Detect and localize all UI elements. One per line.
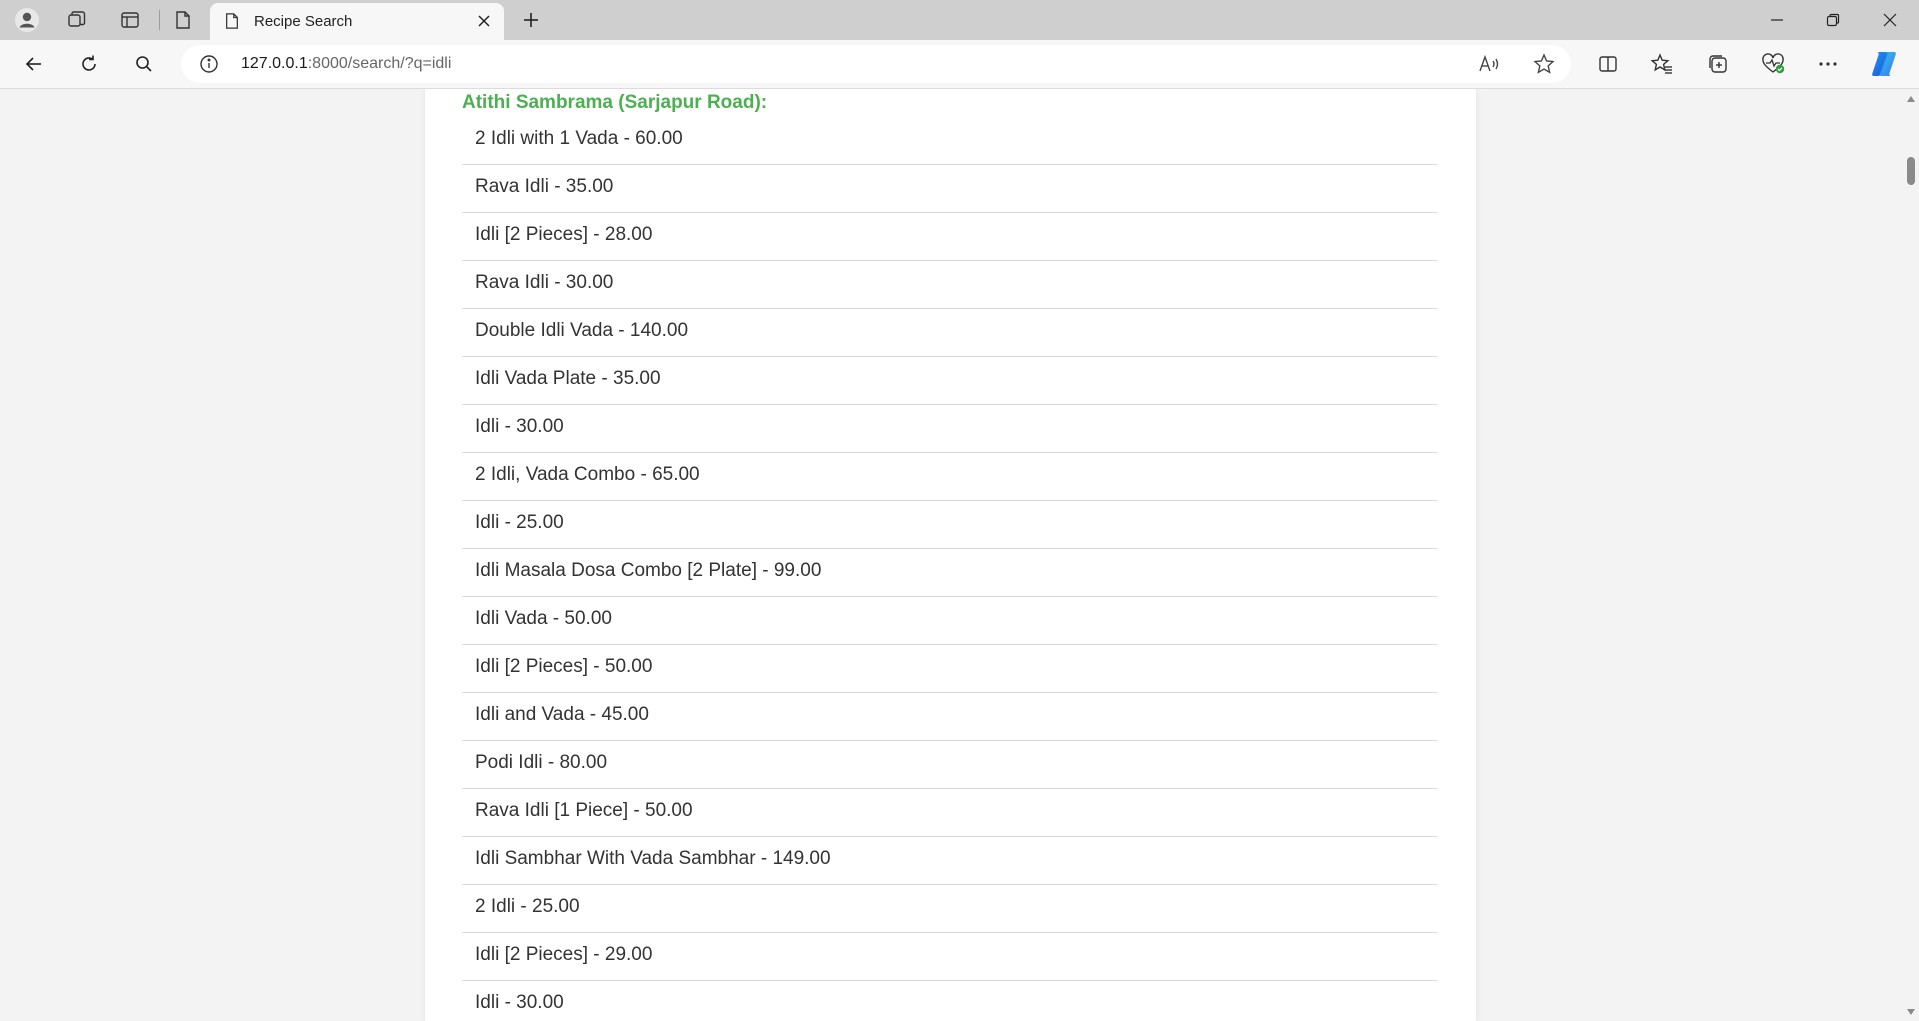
list-item: Rava Idli - 35.00	[462, 165, 1437, 213]
url-host: 127.0.0.1	[241, 55, 308, 72]
list-item: Idli and Vada - 45.00	[462, 693, 1437, 741]
restaurant-heading: Atithi Sambrama (Sarjapur Road):	[462, 92, 768, 113]
tab-actions-icon[interactable]	[115, 6, 145, 34]
list-item: Double Idli Vada - 140.00	[462, 309, 1437, 357]
list-item: Idli Vada - 50.00	[462, 597, 1437, 645]
address-bar[interactable]: 127.0.0.1:8000/search/?q=idli	[181, 45, 1571, 83]
info-icon[interactable]	[199, 54, 219, 79]
list-item: Idli Sambhar With Vada Sambhar - 149.00	[462, 837, 1437, 885]
url-text[interactable]: 127.0.0.1:8000/search/?q=idli	[241, 55, 451, 73]
list-item: Rava Idli - 30.00	[462, 261, 1437, 309]
copilot-icon[interactable]	[1868, 48, 1900, 80]
browser-window: Recipe Search 127.0.0.1:8000/search/?q=i…	[0, 0, 1919, 1021]
workspaces-icon[interactable]	[62, 6, 92, 34]
page-icon	[224, 12, 240, 35]
plus-icon[interactable]	[516, 6, 546, 34]
list-item: Idli Masala Dosa Combo [2 Plate] - 99.00	[462, 549, 1437, 597]
scroll-down-arrow-icon[interactable]	[1905, 1006, 1916, 1017]
tab-divider	[159, 10, 160, 30]
menu-item-list: 2 Idli with 1 Vada - 60.00 Rava Idli - 3…	[462, 117, 1437, 1021]
favorites-icon[interactable]	[1645, 48, 1679, 80]
more-icon[interactable]	[1811, 48, 1845, 80]
list-item: Idli - 30.00	[462, 405, 1437, 453]
url-path: :8000/search/?q=idli	[307, 55, 452, 72]
tab-recipe-search[interactable]: Recipe Search	[210, 3, 504, 40]
profile-icon[interactable]	[12, 6, 42, 34]
list-item: Idli - 30.00	[462, 981, 1437, 1021]
read-aloud-icon[interactable]	[1474, 49, 1504, 79]
list-item: Idli Vada Plate - 35.00	[462, 357, 1437, 405]
window-close-icon[interactable]	[1862, 0, 1918, 40]
collections-icon[interactable]	[1701, 48, 1735, 80]
heart-pulse-icon[interactable]	[1756, 48, 1790, 80]
list-item: Idli [2 Pieces] - 50.00	[462, 645, 1437, 693]
scroll-up-arrow-icon[interactable]	[1905, 93, 1916, 104]
split-screen-icon[interactable]	[1591, 48, 1625, 80]
tab-title: Recipe Search	[254, 13, 353, 30]
page-viewport: Atithi Sambrama (Sarjapur Road): 2 Idli …	[0, 89, 1902, 1021]
tab-strip: Recipe Search	[0, 0, 1919, 40]
list-item: Podi Idli - 80.00	[462, 741, 1437, 789]
close-icon[interactable]	[474, 11, 494, 31]
list-item: Idli [2 Pieces] - 29.00	[462, 933, 1437, 981]
list-item: 2 Idli - 25.00	[462, 885, 1437, 933]
restore-icon[interactable]	[1805, 0, 1861, 40]
star-icon[interactable]	[1529, 49, 1559, 79]
results-card: Atithi Sambrama (Sarjapur Road): 2 Idli …	[425, 89, 1476, 1021]
scroll-thumb[interactable]	[1907, 157, 1915, 185]
refresh-icon[interactable]	[72, 48, 106, 80]
list-item: Idli - 25.00	[462, 501, 1437, 549]
browser-toolbar: 127.0.0.1:8000/search/?q=idli	[0, 40, 1919, 89]
list-item: 2 Idli, Vada Combo - 65.00	[462, 453, 1437, 501]
vertical-scrollbar[interactable]	[1902, 89, 1919, 1021]
list-item: 2 Idli with 1 Vada - 60.00	[462, 117, 1437, 165]
page-icon[interactable]	[168, 6, 198, 34]
list-item: Rava Idli [1 Piece] - 50.00	[462, 789, 1437, 837]
minimize-icon[interactable]	[1749, 0, 1805, 40]
search-icon[interactable]	[127, 48, 161, 80]
list-item: Idli [2 Pieces] - 28.00	[462, 213, 1437, 261]
back-arrow-icon[interactable]	[17, 48, 51, 80]
